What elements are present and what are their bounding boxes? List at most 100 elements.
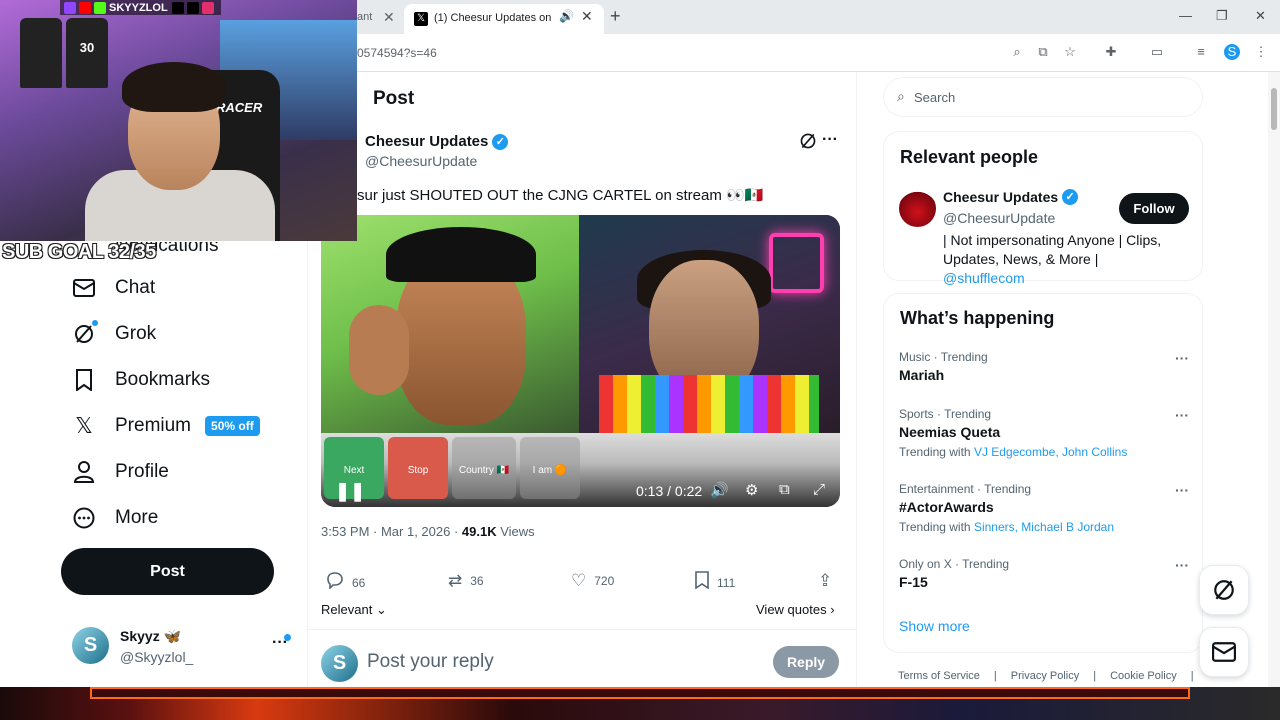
view-quotes-link[interactable]: View quotes › [756,602,835,617]
repost-action[interactable]: ⇄ 36 [448,571,484,591]
post-author-name[interactable]: Cheesur Updates ✓ [365,133,509,150]
bookmark-icon [695,571,709,594]
nav-item-chat[interactable]: Chat [72,272,155,304]
trend-with-links[interactable]: Sinners, Michael B Jordan [974,520,1114,534]
scrollbar-thumb[interactable] [1271,88,1277,130]
bio-link[interactable]: @shufflecom [943,270,1025,286]
bookmark-action[interactable]: 111 [695,571,735,594]
show-more-link[interactable]: Show more [899,618,970,634]
post-author-handle[interactable]: @CheesurUpdate [365,153,477,169]
trend-more-icon[interactable]: ··· [1175,557,1189,573]
tab-title: ant [357,11,373,23]
close-tab-icon[interactable]: ✕ [383,9,395,26]
compose-post-button[interactable]: Post [61,548,274,595]
video-hand [349,305,409,395]
account-handle[interactable]: @Skyyzlol_ [120,649,193,665]
footer-link[interactable]: Cookie Policy [1110,670,1177,682]
reply-button[interactable]: Reply [773,646,839,678]
nav-item-premium[interactable]: 𝕏 Premium 50% off [72,410,260,442]
page-title: Post [373,88,415,109]
person-name-text: Cheesur Updates [943,189,1059,205]
browser-menu-icon[interactable]: ⋮ [1253,44,1269,60]
media-control-icon[interactable]: ≡ [1193,44,1209,60]
url-field[interactable]: 0574594?s=46 [357,46,437,60]
audio-playing-icon[interactable]: 🔊 [559,9,574,23]
window-close-icon[interactable]: ✕ [1255,8,1266,24]
footer-separator: | [993,670,997,682]
nav-label: Profile [115,461,169,482]
close-tab-icon[interactable]: ✕ [581,8,593,25]
grok-explain-icon[interactable] [799,132,817,155]
reply-input[interactable]: Post your reply [367,651,494,673]
post-timestamp[interactable]: 3:53 PM · Mar 1, 2026 · [321,524,462,539]
verified-badge-icon: ✓ [1062,189,1079,205]
person-avatar[interactable] [899,190,936,227]
repost-icon: ⇄ [448,571,463,590]
reply-action[interactable]: 66 [326,571,365,594]
minimize-icon[interactable]: — [1179,8,1192,23]
trend-item[interactable]: Sports · Trending Neemias Queta Trending… [899,407,1189,459]
person-name[interactable]: Cheesur Updates ✓ [943,189,1079,205]
video-player[interactable]: Next Stop Country 🇲🇽 I am 🟠 ❚❚ 0:13 / 0:… [321,215,840,507]
like-action[interactable]: ♡ 720 [571,571,614,591]
person-icon [72,460,96,484]
panel-title: Relevant people [900,147,1039,167]
nav-item-profile[interactable]: Profile [72,456,169,488]
nav-item-bookmarks[interactable]: Bookmarks [72,364,210,396]
chevron-down-icon: ⌄ [375,602,387,617]
footer-link[interactable]: Privacy Policy [1011,670,1079,682]
account-avatar[interactable]: S [72,627,109,664]
stream-bottom-overlay [0,687,1280,720]
reply-sort-dropdown[interactable]: Relevant ⌄ [321,602,387,618]
person-handle[interactable]: @CheesurUpdate [943,210,1055,226]
trend-context: Sports · Trending [899,407,992,421]
new-tab-icon[interactable]: + [610,6,621,27]
trend-item[interactable]: Only on X · Trending F-15 ··· [899,557,1189,590]
post-meta: 3:53 PM · Mar 1, 2026 · 49.1K Views [321,524,535,539]
extensions-icon[interactable]: ✚ [1103,44,1119,60]
reply-icon [326,571,344,594]
post-more-icon[interactable]: ··· [822,131,838,149]
nav-item-more[interactable]: More [72,502,158,534]
share-action[interactable]: ⇪ [818,571,840,591]
browser-tab-previous[interactable]: ant ✕ [357,8,402,28]
nav-item-grok[interactable]: Grok [72,318,156,350]
picture-in-picture-icon[interactable]: ⧉ [779,481,790,498]
fullscreen-icon[interactable]: ⤢ [813,481,825,498]
pause-icon[interactable]: ❚❚ [335,481,365,502]
panel-title: What’s happening [900,308,1055,328]
nav-label: Grok [115,323,157,344]
trend-context: Music · Trending [899,350,988,364]
maximize-icon[interactable]: ❐ [1216,8,1228,24]
notification-dot [92,320,98,326]
account-name[interactable]: Skyyz 🦋 [120,628,181,645]
footer-link[interactable]: Terms of Service [898,670,980,682]
reply-avatar: S [321,645,358,682]
search-input[interactable]: ⌕ Search [883,77,1203,117]
trend-more-icon[interactable]: ··· [1175,482,1189,498]
trend-item[interactable]: Music · Trending Mariah ··· [899,350,1189,383]
messages-fab-button[interactable] [1199,627,1249,677]
video-time: 0:13 / 0:22 [636,483,703,499]
trend-more-icon[interactable]: ··· [1175,350,1189,366]
install-app-icon[interactable]: ⧉ [1035,44,1051,60]
sub-goal-text: SUB GOAL 32/35 [2,241,156,263]
browser-tab-active[interactable]: 𝕏 (1) Cheesur Updates on X: " 🔊 ✕ [404,4,604,34]
grok-fab-button[interactable] [1199,565,1249,615]
column-divider [856,72,857,687]
webcam-jersey [20,18,62,88]
page-scrollbar[interactable] [1268,72,1280,687]
split-view-icon[interactable]: ▭ [1149,44,1165,60]
trend-context: Only on X · Trending [899,557,1010,571]
video-neon-sign [769,233,824,293]
settings-gear-icon[interactable]: ⚙ [745,481,758,499]
zoom-icon[interactable]: ⌕ [1009,44,1025,60]
volume-icon[interactable]: 🔊 [710,481,729,499]
trend-more-icon[interactable]: ··· [1175,407,1189,423]
author-name-text: Cheesur Updates [365,133,489,150]
follow-button[interactable]: Follow [1119,193,1189,224]
trend-with-links[interactable]: VJ Edgecombe, John Collins [974,445,1127,459]
profile-avatar-icon[interactable]: S [1224,44,1240,60]
bookmark-star-icon[interactable]: ☆ [1062,44,1078,60]
trend-item[interactable]: Entertainment · Trending #ActorAwards Tr… [899,482,1189,534]
